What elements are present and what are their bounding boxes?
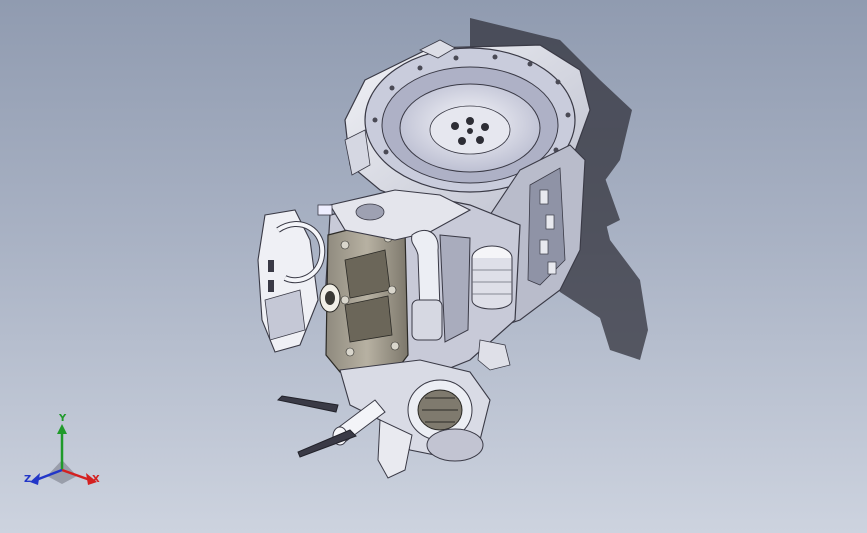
turbocharger — [257, 209, 326, 353]
triad-z-label: Z — [24, 474, 32, 485]
triad-y-label: Y — [59, 413, 67, 424]
oil-filter — [471, 245, 513, 310]
engine-model[interactable] — [0, 0, 867, 533]
coordinate-triad[interactable]: Y X Z — [22, 414, 112, 498]
triad-x-label: X — [92, 474, 100, 485]
cad-viewport[interactable]: Y X Z — [0, 0, 867, 533]
triad-axes-icon — [30, 424, 97, 485]
